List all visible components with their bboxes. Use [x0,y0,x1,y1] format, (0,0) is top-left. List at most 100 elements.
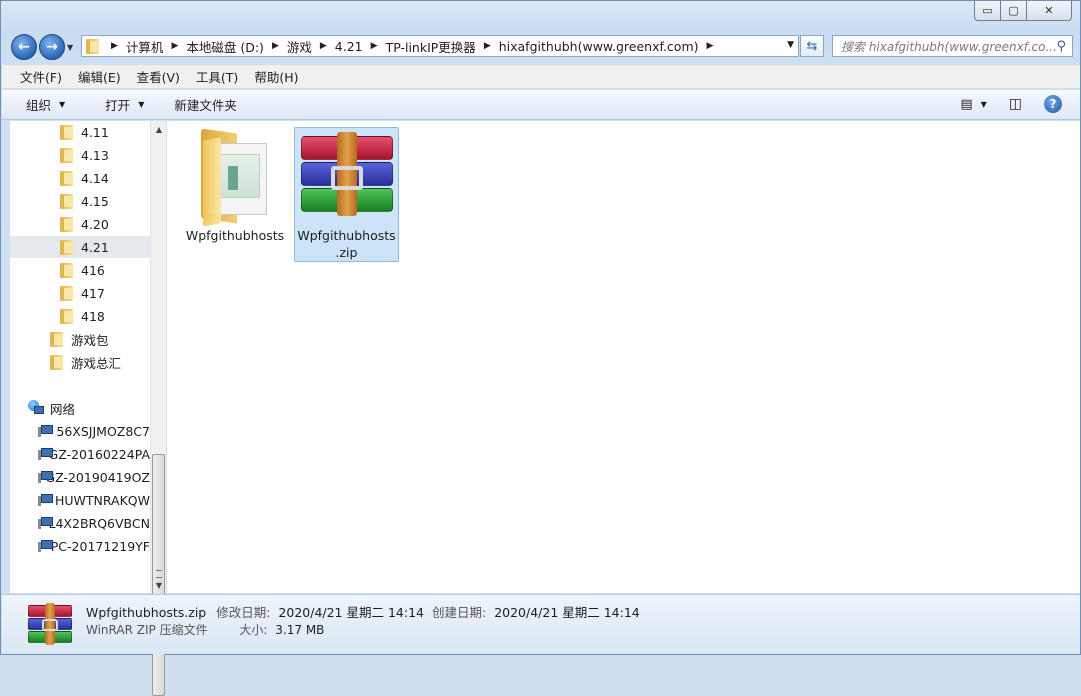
search-icon[interactable]: ⚲ [1056,39,1066,54]
computer-icon [38,493,53,507]
tree-item-folder[interactable]: 4.14 [60,167,150,189]
details-pane: Wpfgithubhosts.zip 修改日期: 2020/4/21 星期二 1… [2,594,1080,654]
computer-icon [38,424,53,438]
chevron-right-icon[interactable]: ▶ [707,41,714,51]
chevron-right-icon[interactable]: ▶ [371,41,378,51]
tree-item-folder[interactable]: 4.20 [60,213,150,235]
organize-button[interactable]: 组织 ▼ [26,95,65,114]
refresh-button[interactable]: ⇆ [800,35,824,57]
open-label: 打开 [105,98,131,113]
chevron-right-icon[interactable]: ▶ [111,41,118,51]
tree-item-computer[interactable]: GZ-20160224PA [38,443,150,465]
tree-item-network[interactable]: 网络 [28,397,150,419]
details-file-name: Wpfgithubhosts.zip [86,605,207,620]
file-item-folder[interactable]: Wpfgithubhosts [185,125,285,255]
tree-item-folder[interactable]: 游戏包 [50,328,150,350]
menu-help[interactable]: 帮助(H) [254,67,298,86]
folder-icon [60,239,73,255]
search-input[interactable]: 搜索 hixafgithubh(www.greenxf.co... ⚲ [832,35,1073,57]
tree-item-folder-selected[interactable]: 4.21 [10,236,150,258]
open-button[interactable]: 打开 ▼ [95,95,144,114]
tree-item-computer[interactable]: GZ-20190419OZ [38,466,150,488]
breadcrumb-item[interactable]: 计算机 [126,37,164,56]
file-item-zip[interactable]: Wpfgithubhosts .zip [294,127,399,262]
tree-item-folder[interactable]: 4.11 [60,121,150,143]
chevron-right-icon[interactable]: ▶ [171,41,178,51]
preview-pane-icon[interactable]: ◫ [1009,96,1022,112]
scroll-up-icon[interactable]: ▲ [151,121,167,137]
tree-item-folder[interactable]: 4.13 [60,144,150,166]
change-view-icon[interactable]: ▤ [960,97,972,112]
folder-icon [60,124,73,140]
created-value: 2020/4/21 星期二 14:14 [494,605,640,620]
minimize-button[interactable]: ▭ [974,1,1001,21]
tree-item-folder[interactable]: 4.15 [60,190,150,212]
tree-item-label: 4.21 [81,239,109,255]
scrollbar-thumb[interactable] [152,454,165,696]
chevron-right-icon[interactable]: ▶ [320,41,327,51]
tree-item-computer[interactable]: PC-20171219YF [38,535,150,557]
navigation-buttons: ← → ▼ [11,34,77,60]
winrar-icon [95,97,100,102]
chevron-down-icon: ▼ [138,100,145,109]
file-extension: .zip [335,245,358,260]
folder-icon [199,128,271,227]
folder-icon [60,170,73,186]
forward-button[interactable]: → [39,34,65,60]
back-arrow-icon: ← [18,39,30,55]
modified-label: 修改日期: [216,605,271,620]
scroll-down-icon[interactable]: ▼ [151,577,167,593]
winrar-icon [300,132,393,216]
chevron-down-icon: ▼ [59,100,66,109]
breadcrumb-item[interactable]: 本地磁盘 (D:) [186,37,264,56]
recent-pages-dropdown[interactable]: ▼ [67,43,77,52]
maximize-button[interactable]: ▢ [1001,1,1027,21]
close-button[interactable]: ✕ [1027,1,1072,21]
menu-tools[interactable]: 工具(T) [196,67,238,86]
organize-label: 组织 [26,98,52,113]
tree-item-computer[interactable]: 56XSJJMOZ8C7 [38,420,150,442]
tree-item-label: GZ-20160224PA [48,446,150,462]
chevron-right-icon[interactable]: ▶ [484,41,491,51]
folder-icon [60,262,73,278]
tree-item-folder[interactable]: 417 [60,282,150,304]
folder-icon [60,147,73,163]
menu-view[interactable]: 查看(V) [137,67,180,86]
tree-item-computer[interactable]: HUWTNRAKQW [38,489,150,511]
address-bar[interactable]: ▶ 计算机 ▶ 本地磁盘 (D:) ▶ 游戏 ▶ 4.21 ▶ TP-linkI… [81,35,799,57]
chevron-down-icon[interactable]: ▼ [981,100,987,109]
breadcrumb-item[interactable]: 4.21 [335,39,363,54]
back-button[interactable]: ← [11,34,37,60]
explorer-window: ▭ ▢ ✕ ← → ▼ ▶ 计算机 ▶ 本地磁盘 (D:) ▶ 游戏 ▶ 4.2… [0,0,1081,696]
menu-file[interactable]: 文件(F) [20,67,62,86]
modified-value: 2020/4/21 星期二 14:14 [278,605,424,620]
menu-edit[interactable]: 编辑(E) [78,67,121,86]
folder-icon [60,285,73,301]
winrar-icon [28,603,72,645]
tree-item-label: 4.15 [81,193,109,209]
file-type: WinRAR ZIP 压缩文件 [86,623,208,637]
tree-item-folder[interactable]: 游戏总汇 [50,351,150,373]
tree-item-label: HUWTNRAKQW [54,492,150,508]
chevron-right-icon[interactable]: ▶ [272,41,279,51]
tree-item-computer[interactable]: L4X2BRQ6VBCN [38,512,150,534]
breadcrumb-item[interactable]: 游戏 [287,37,312,56]
details-type-row: WinRAR ZIP 压缩文件 大小: 3.17 MB [86,621,324,638]
breadcrumb-item[interactable]: hixafgithubh(www.greenxf.com) [499,39,699,54]
folder-icon [50,331,63,347]
new-folder-button[interactable]: 新建文件夹 [174,95,237,114]
command-bar: 组织 ▼ 打开 ▼ 新建文件夹 ▤ ▼ ◫ ? [2,90,1080,120]
breadcrumb-item[interactable]: TP-linkIP更换器 [386,37,476,56]
navpane-scrollbar[interactable]: ▲ ▼ [150,121,167,696]
computer-icon [38,447,53,461]
tree-item-folder[interactable]: 418 [60,305,150,327]
help-icon[interactable]: ? [1044,95,1062,113]
tree-item-label: 游戏总汇 [71,355,122,371]
tree-item-folder[interactable]: 416 [60,259,150,281]
address-dropdown-icon[interactable]: ▼ [787,40,794,50]
tree-item-label: 4.14 [81,170,109,186]
folder-icon [50,354,63,370]
caption-buttons: ▭ ▢ ✕ [974,1,1072,21]
tree-item-label: PC-20171219YF [50,538,150,554]
view-controls: ▤ ▼ ◫ ? [946,95,1062,113]
